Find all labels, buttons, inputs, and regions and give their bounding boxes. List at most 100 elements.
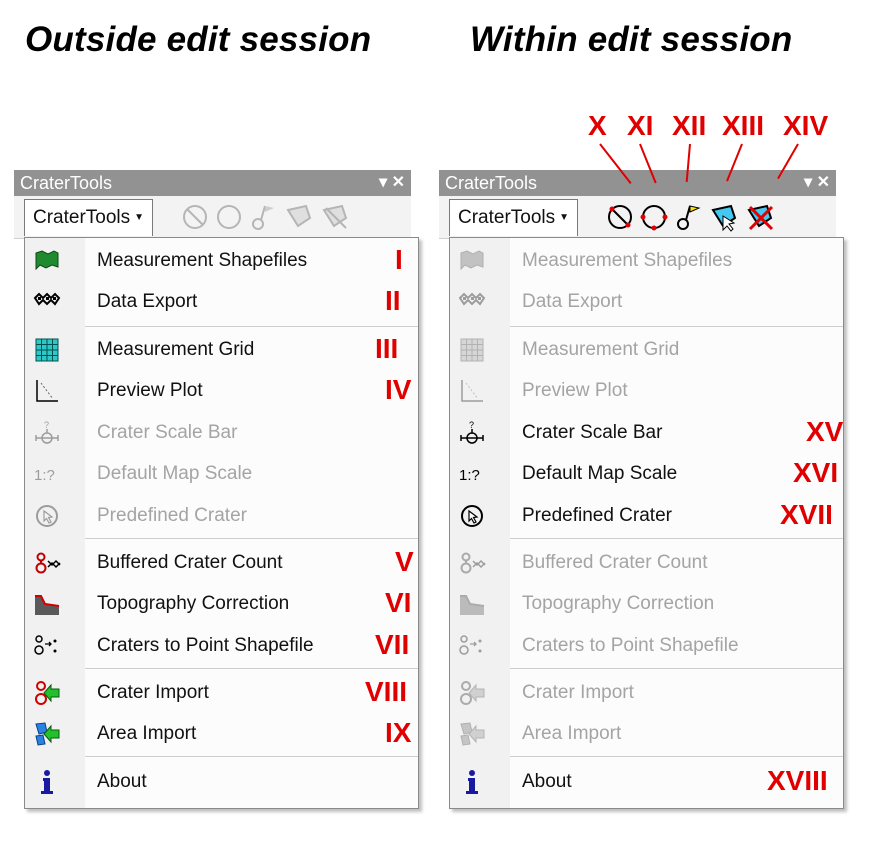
menu-item-label: Crater Import [97, 682, 209, 703]
menu-item-label: Buffered Crater Count [97, 552, 283, 573]
panel-toolbar: CraterTools ▼ [439, 196, 836, 239]
panel-title: CraterTools [445, 173, 538, 193]
menu-item-buffered-crater-count[interactable]: Buffered Crater Count V [25, 544, 418, 582]
panel-within-edit: CraterTools ▾ ✕ CraterTools ▼ Measurement… [439, 170, 844, 809]
circle-tool-icon[interactable] [214, 202, 244, 232]
polygon-tool-icon[interactable] [709, 202, 739, 232]
menu-item-label: Predefined Crater [522, 505, 672, 526]
menu-item-label: About [522, 771, 572, 792]
checkered-flag-icon [33, 288, 61, 316]
roman-numeral-label: VI [385, 587, 412, 618]
menu-item-label: Area Import [97, 723, 197, 744]
menu-item-crater-import: Crater Import [450, 674, 843, 712]
plot-icon [33, 377, 61, 405]
scale-bar-icon: ? [33, 419, 61, 447]
menu-item-label: Area Import [522, 723, 622, 744]
caret-icon: ▼ [134, 212, 145, 223]
label-xiv: XIV [783, 110, 829, 141]
polygon-tool-icon[interactable] [284, 202, 314, 232]
menu-item-label: Default Map Scale [97, 463, 253, 484]
predefined-crater-icon [458, 502, 486, 530]
flag-icon [33, 247, 61, 275]
roman-numeral-label: XVII [780, 499, 833, 530]
menu-item-predefined-crater[interactable]: Predefined Crater XVII [450, 497, 843, 535]
cratertools-dropdown-button[interactable]: CraterTools ▼ [449, 199, 579, 236]
roman-numeral-label: XVI [793, 457, 839, 488]
cratertools-dropdown-button[interactable]: CraterTools ▼ [24, 199, 154, 236]
menu-separator [85, 668, 418, 669]
grid-icon [33, 336, 61, 364]
flag-point-tool-icon[interactable] [248, 202, 278, 232]
roman-numeral-label: I [395, 244, 403, 275]
menu-item-label: Craters to Point Shapefile [522, 635, 739, 656]
titlebar-buttons: ▾ ✕ [804, 170, 830, 196]
checkered-flag-icon [458, 288, 486, 316]
menu-item-measurement-shapefiles: Measurement Shapefiles [450, 242, 843, 280]
flag-point-tool-icon[interactable] [673, 202, 703, 232]
menu-separator [510, 538, 843, 539]
menu-item-about[interactable]: About XVIII [450, 763, 843, 801]
info-icon [33, 768, 61, 796]
menu-item-area-import: Area Import [450, 715, 843, 753]
svg-text:?: ? [44, 420, 49, 430]
cratertools-menu: Measurement Shapefiles Data Export Measure… [449, 237, 844, 809]
menu-item-area-import[interactable]: Area Import IX [25, 715, 418, 753]
label-xii: XII [672, 110, 707, 141]
menu-separator [85, 538, 418, 539]
polygon-delete-tool-icon[interactable] [320, 202, 350, 232]
heading-within-edit: Within edit session [470, 20, 793, 59]
menu-item-preview-plot: Preview Plot [450, 372, 843, 410]
menu-item-craters-to-point-shapefile[interactable]: Craters to Point Shapefile VII [25, 627, 418, 665]
cratertools-menu: Measurement Shapefiles I Data Export II Meas… [24, 237, 419, 809]
polygon-delete-tool-icon[interactable] [745, 202, 775, 232]
circle-slash-tool-icon[interactable] [605, 202, 635, 232]
menu-separator [510, 668, 843, 669]
close-icon[interactable]: ✕ [817, 174, 830, 191]
menu-item-default-map-scale[interactable]: 1:? Default Map Scale XVI [450, 455, 843, 493]
menu-item-data-export[interactable]: Data Export II [25, 283, 418, 321]
menu-item-measurement-grid[interactable]: Measurement Grid III [25, 331, 418, 369]
roman-numeral-label: VIII [365, 676, 408, 707]
menu-item-label: Topography Correction [97, 593, 290, 614]
menu-item-about[interactable]: About [25, 763, 418, 801]
buffered-count-icon [33, 549, 61, 577]
dropdown-arrow-icon[interactable]: ▾ [379, 174, 387, 191]
grid-icon [458, 336, 486, 364]
menu-item-default-map-scale: 1:? Default Map Scale [25, 455, 418, 493]
svg-text:1:?: 1:? [34, 467, 55, 484]
dropdown-arrow-icon[interactable]: ▾ [804, 174, 812, 191]
circle-slash-tool-icon[interactable] [180, 202, 210, 232]
menu-item-label: Default Map Scale [522, 463, 678, 484]
titlebar-buttons: ▾ ✕ [379, 170, 405, 196]
dropdown-label: CraterTools [458, 207, 556, 229]
points-icon [33, 632, 61, 660]
panel-toolbar: CraterTools ▼ [14, 196, 411, 239]
menu-item-preview-plot[interactable]: Preview Plot IV [25, 372, 418, 410]
menu-item-label: Measurement Grid [522, 339, 680, 360]
label-x: X [588, 110, 607, 141]
menu-item-measurement-shapefiles[interactable]: Measurement Shapefiles I [25, 242, 418, 280]
menu-item-label: Data Export [97, 291, 198, 312]
roman-numeral-label: IX [385, 717, 412, 748]
menu-item-label: About [97, 771, 147, 792]
panel-titlebar[interactable]: CraterTools ▾ ✕ [14, 170, 411, 196]
map-scale-icon: 1:? [33, 460, 61, 488]
menu-item-crater-import[interactable]: Crater Import VIII [25, 674, 418, 712]
menu-item-crater-scale-bar[interactable]: ? Crater Scale Bar XV [450, 414, 843, 452]
menu-item-data-export: Data Export [450, 283, 843, 321]
svg-text:1:?: 1:? [459, 467, 480, 484]
roman-numeral-label: XV [806, 416, 844, 447]
panel-titlebar[interactable]: CraterTools ▾ ✕ [439, 170, 836, 196]
close-icon[interactable]: ✕ [392, 174, 405, 191]
circle-tool-icon[interactable] [639, 202, 669, 232]
menu-item-topography-correction[interactable]: Topography Correction VI [25, 585, 418, 623]
menu-separator [510, 326, 843, 327]
map-scale-icon: 1:? [458, 460, 486, 488]
points-icon [458, 632, 486, 660]
roman-numeral-label: II [385, 285, 401, 316]
caret-icon: ▼ [559, 212, 570, 223]
area-import-icon [458, 720, 486, 748]
panel-title: CraterTools [20, 173, 113, 193]
crater-import-icon [33, 679, 61, 707]
svg-text:?: ? [469, 420, 474, 430]
